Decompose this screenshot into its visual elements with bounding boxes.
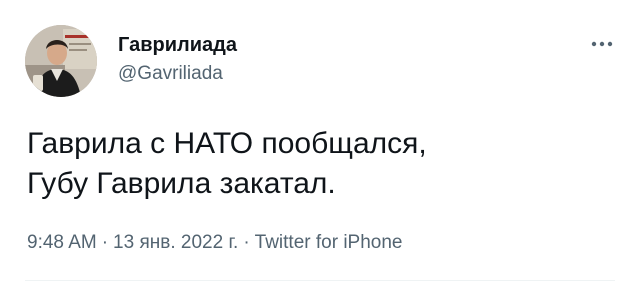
display-name[interactable]: Гаврилиада: [118, 33, 237, 57]
more-horizontal-icon[interactable]: [588, 34, 616, 54]
avatar[interactable]: [25, 25, 97, 97]
divider: [25, 280, 615, 281]
meta-separator: ·: [243, 232, 250, 253]
meta-separator: ·: [101, 232, 109, 253]
tweet-time[interactable]: 9:48 AM: [27, 232, 97, 253]
tweet-source-link[interactable]: Twitter for iPhone: [255, 232, 403, 253]
tweet-text-line-2: Губу Гаврила закатал.: [27, 167, 336, 200]
tweet-text-line-1: Гаврила с НАТО пообщался,: [27, 127, 427, 160]
avatar-photo-icon: [25, 25, 97, 97]
tweet-meta: 9:48 AM · 13 янв. 2022 г. · Twitter for iPho…: [27, 231, 403, 255]
tweet-text: Гаврила с НАТО пообщался, Губу Гаврила з…: [27, 124, 427, 204]
tweet-card: Гаврилиада @Gavriliada Гаврила с НАТО по…: [0, 0, 640, 288]
user-handle[interactable]: @Gavriliada: [118, 62, 223, 86]
tweet-date[interactable]: 13 янв. 2022 г.: [113, 232, 238, 253]
